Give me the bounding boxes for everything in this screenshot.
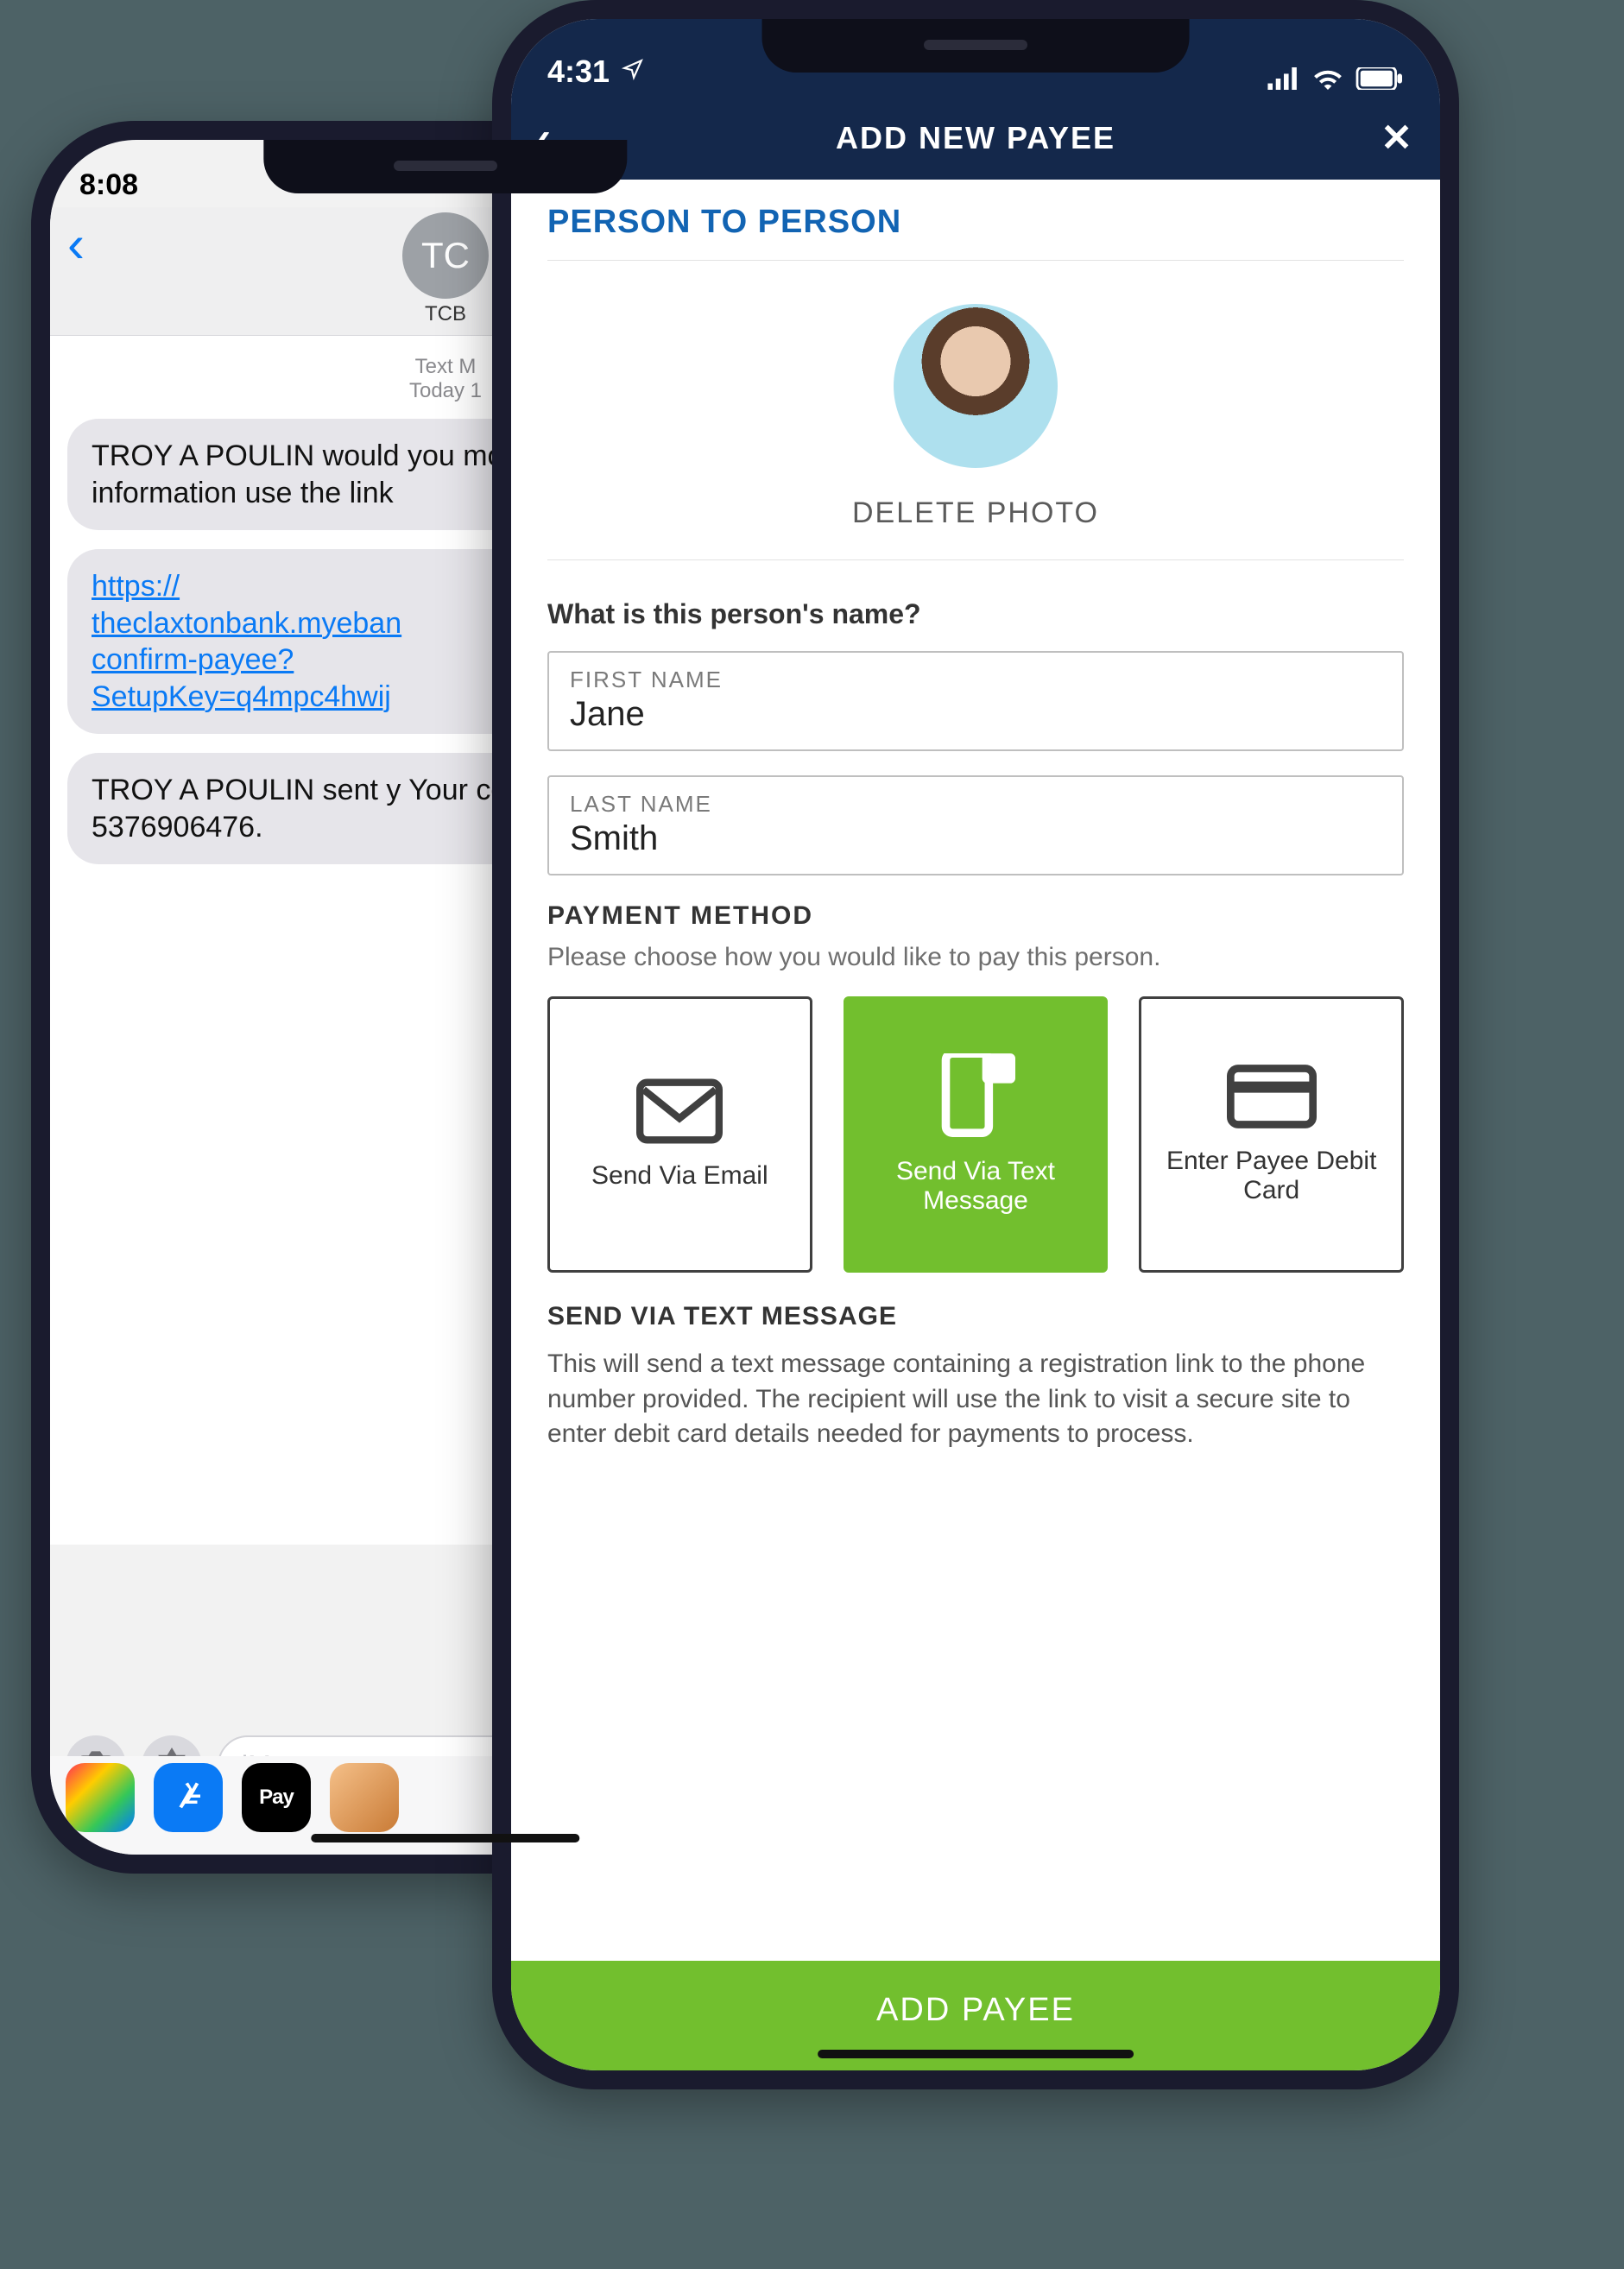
pm-option-debit[interactable]: Enter Payee Debit Card — [1139, 996, 1404, 1273]
wifi-icon — [1312, 67, 1343, 90]
pm-option-text[interactable]: Send Via Text Message — [844, 996, 1109, 1273]
appstore-glyph-icon — [170, 1779, 206, 1816]
last-name-value: Smith — [570, 819, 1381, 858]
pm-option-email[interactable]: Send Via Email — [547, 996, 812, 1273]
status-time: 4:31 — [547, 54, 610, 89]
name-question: What is this person's name? — [547, 598, 1404, 630]
send-text-header: SEND VIA TEXT MESSAGE — [547, 1302, 1404, 1331]
phone-front: 4:31 ‹ ADD NEW PAYEE ✕ PERSON TO PERSON … — [492, 0, 1459, 2089]
apple-pay-app-icon[interactable]: Pay — [242, 1763, 311, 1832]
pm-option-label: Send Via Text Message — [862, 1157, 1090, 1216]
first-name-field[interactable]: FIRST NAME Jane — [547, 651, 1404, 751]
appstore-app-icon[interactable] — [154, 1763, 223, 1832]
speaker — [924, 40, 1027, 50]
delete-photo-button[interactable]: DELETE PHOTO — [547, 496, 1404, 530]
last-name-field[interactable]: LAST NAME Smith — [547, 775, 1404, 875]
location-icon — [622, 58, 644, 80]
setup-link[interactable]: https:// theclaxtonbank.myeban confirm-p… — [92, 570, 401, 713]
speaker — [394, 161, 497, 171]
battery-icon — [1355, 67, 1404, 90]
add-payee-label: ADD PAYEE — [876, 1992, 1075, 2028]
back-button[interactable]: ‹ — [67, 214, 85, 274]
last-name-label: LAST NAME — [570, 791, 1381, 818]
header-title: ADD NEW PAYEE — [836, 120, 1115, 156]
home-indicator[interactable] — [818, 2050, 1134, 2058]
section-title: PERSON TO PERSON — [547, 204, 1404, 261]
contact-avatar[interactable]: TC — [402, 212, 489, 299]
payment-method-desc: Please choose how you would like to pay … — [547, 943, 1404, 972]
first-name-label: FIRST NAME — [570, 667, 1381, 693]
card-icon — [1227, 1064, 1317, 1129]
app-header: ‹ ADD NEW PAYEE ✕ — [511, 97, 1440, 180]
app-content[interactable]: PERSON TO PERSON DELETE PHOTO What is th… — [511, 180, 1440, 1452]
pm-option-label: Enter Payee Debit Card — [1157, 1147, 1386, 1205]
phone-front-screen: 4:31 ‹ ADD NEW PAYEE ✕ PERSON TO PERSON … — [511, 19, 1440, 2070]
photos-app-icon[interactable] — [66, 1763, 135, 1832]
photo-section: DELETE PHOTO — [547, 261, 1404, 560]
send-text-desc: This will send a text message containing… — [547, 1347, 1404, 1452]
pm-option-label: Send Via Email — [591, 1161, 768, 1191]
home-indicator[interactable] — [311, 1834, 579, 1842]
close-button[interactable]: ✕ — [1381, 117, 1414, 161]
payment-method-row: Send Via Email Send Via Text Message Ent… — [547, 996, 1404, 1273]
payment-method-header: PAYMENT METHOD — [547, 901, 1404, 931]
memoji-app-icon[interactable] — [330, 1763, 399, 1832]
phone-sms-icon — [936, 1053, 1015, 1140]
contact-initials: TC — [421, 235, 470, 276]
first-name-value: Jane — [570, 695, 1381, 734]
envelope-icon — [636, 1078, 723, 1144]
payee-avatar[interactable] — [894, 304, 1058, 468]
cellular-icon — [1267, 67, 1300, 90]
status-time: 8:08 — [79, 168, 138, 202]
